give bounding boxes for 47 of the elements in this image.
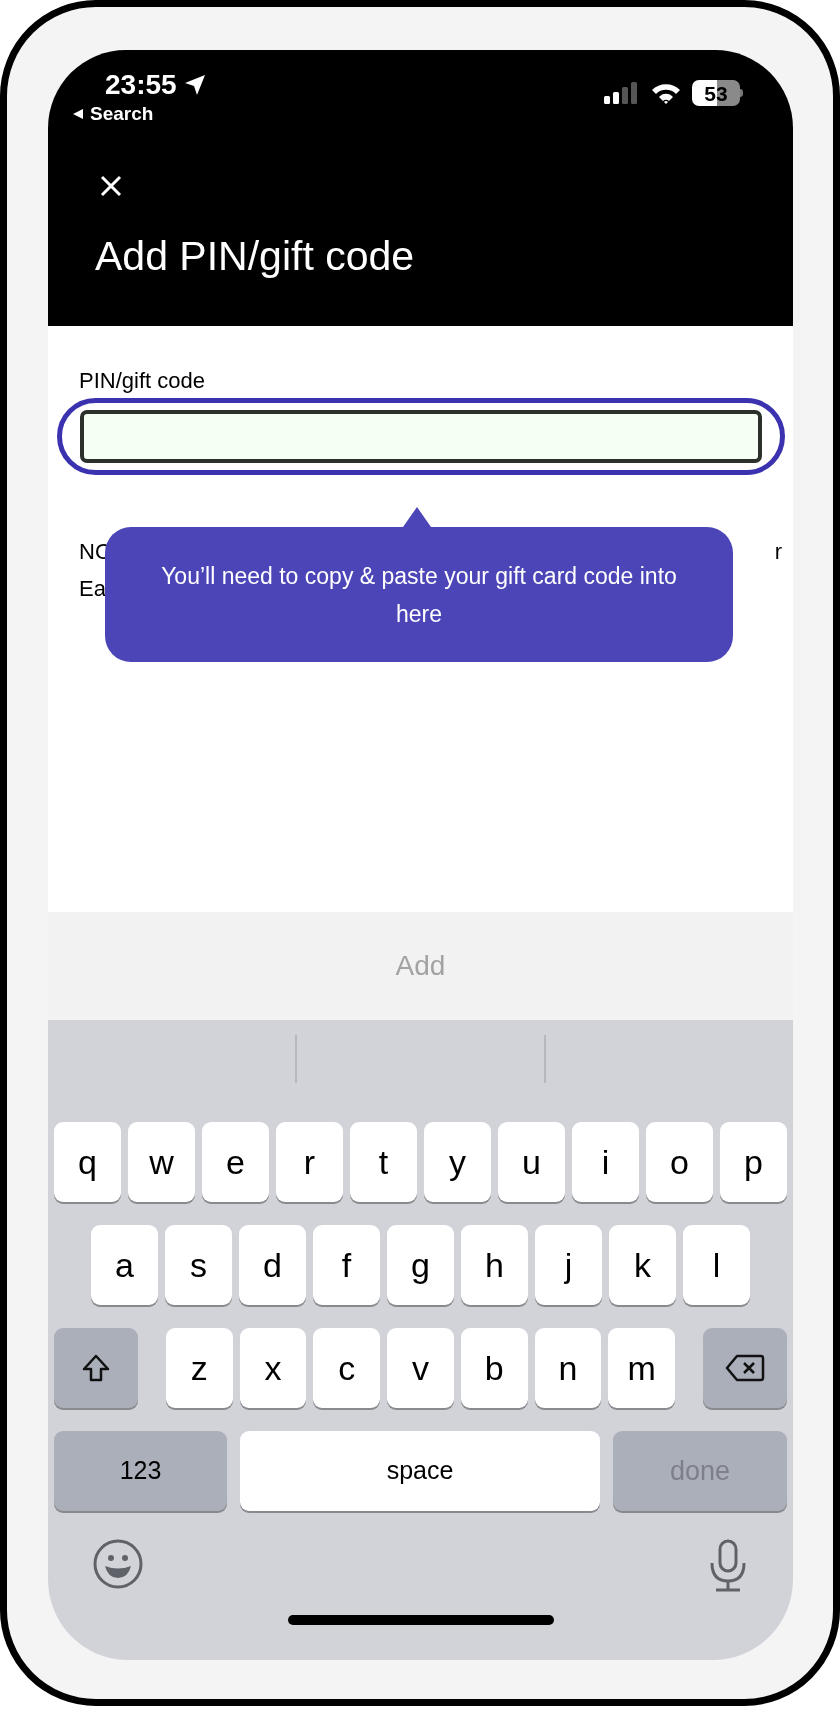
letter-key[interactable]: m bbox=[608, 1328, 676, 1408]
letter-key[interactable]: q bbox=[54, 1122, 121, 1202]
letter-key[interactable]: g bbox=[387, 1225, 454, 1305]
back-triangle-icon bbox=[72, 108, 84, 121]
letter-key[interactable]: v bbox=[387, 1328, 454, 1408]
letter-key[interactable]: c bbox=[313, 1328, 381, 1408]
tooltip-pointer bbox=[403, 505, 431, 527]
letter-key[interactable]: l bbox=[683, 1225, 750, 1305]
letter-key[interactable]: s bbox=[165, 1225, 232, 1305]
letter-key[interactable]: e bbox=[202, 1122, 269, 1202]
letter-key[interactable]: r bbox=[276, 1122, 343, 1202]
close-icon[interactable] bbox=[99, 174, 123, 198]
emoji-icon[interactable] bbox=[93, 1539, 143, 1589]
shift-key[interactable] bbox=[54, 1328, 138, 1408]
letter-key[interactable]: o bbox=[646, 1122, 713, 1202]
letter-key[interactable]: b bbox=[460, 1328, 528, 1408]
back-link[interactable]: Search bbox=[90, 100, 154, 129]
letter-key[interactable]: p bbox=[720, 1122, 787, 1202]
letter-key[interactable]: z bbox=[166, 1328, 233, 1408]
backspace-icon bbox=[725, 1354, 766, 1382]
letter-key[interactable]: k bbox=[609, 1225, 676, 1305]
page-title: Add PIN/gift code bbox=[95, 236, 415, 277]
shift-arrow-icon bbox=[81, 1353, 111, 1383]
microphone-icon[interactable] bbox=[708, 1539, 748, 1593]
letter-key[interactable]: w bbox=[128, 1122, 195, 1202]
note-text: Ea bbox=[79, 578, 106, 600]
wifi-icon bbox=[650, 81, 682, 105]
backspace-key[interactable] bbox=[703, 1328, 788, 1408]
letter-key[interactable]: f bbox=[313, 1225, 380, 1305]
pin-code-input-field[interactable] bbox=[80, 410, 762, 463]
battery-indicator: 53 bbox=[692, 80, 743, 106]
letter-key[interactable]: j bbox=[535, 1225, 602, 1305]
signal-icon bbox=[604, 82, 640, 104]
letter-key[interactable]: d bbox=[239, 1225, 306, 1305]
note-text: r bbox=[774, 541, 782, 563]
letter-key[interactable]: a bbox=[91, 1225, 158, 1305]
clock-time: 23:55 bbox=[105, 68, 177, 102]
letter-key[interactable]: y bbox=[424, 1122, 491, 1202]
letter-key[interactable]: n bbox=[534, 1328, 602, 1408]
letter-key[interactable]: x bbox=[239, 1328, 307, 1408]
field-label: PIN/gift code bbox=[79, 370, 205, 392]
space-key[interactable]: space bbox=[240, 1431, 600, 1511]
letter-key[interactable]: t bbox=[350, 1122, 417, 1202]
letter-key[interactable]: h bbox=[461, 1225, 528, 1305]
letter-key[interactable]: u bbox=[498, 1122, 565, 1202]
numbers-key[interactable]: 123 bbox=[54, 1431, 227, 1511]
letter-key[interactable]: i bbox=[572, 1122, 639, 1202]
